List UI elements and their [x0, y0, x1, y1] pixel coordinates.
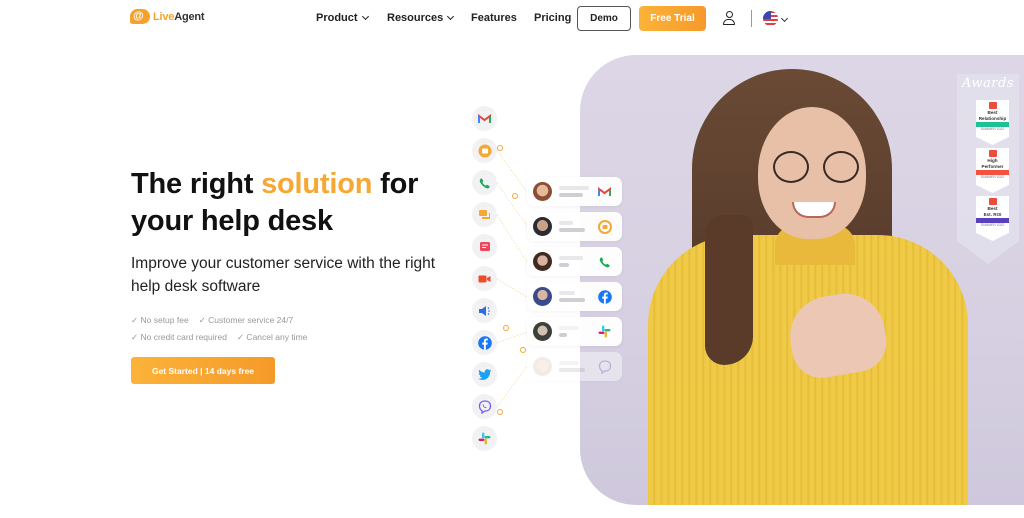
channel-messages	[472, 202, 497, 227]
connector-line	[496, 331, 528, 344]
messages-icon	[479, 209, 490, 219]
connector-line	[496, 214, 528, 263]
channel-facebook	[472, 330, 497, 355]
page: @ LiveAgent Product Resources Features P…	[0, 0, 1024, 518]
message-placeholder-line	[559, 326, 579, 330]
conversation-card[interactable]	[527, 177, 622, 206]
form-icon	[479, 241, 490, 251]
message-placeholder-line	[559, 298, 585, 302]
channel-slack	[472, 426, 497, 451]
conversation-card[interactable]	[527, 212, 622, 241]
channel-phone	[472, 170, 497, 195]
avatar	[533, 182, 552, 201]
connector-node	[520, 347, 526, 353]
megaphone-icon	[479, 305, 490, 316]
avatar	[533, 287, 552, 306]
conversation-card[interactable]	[527, 317, 622, 346]
gmail-icon	[597, 184, 612, 199]
viber-icon	[478, 399, 491, 414]
twitter-icon	[477, 368, 491, 380]
avatar	[533, 252, 552, 271]
chat-icon	[597, 219, 612, 234]
connector-node	[497, 145, 503, 151]
message-placeholder-line	[559, 228, 585, 232]
message-placeholder-line	[559, 263, 569, 267]
connector-line	[496, 182, 528, 227]
facebook-icon	[597, 289, 612, 304]
message-placeholder-line	[559, 361, 579, 365]
slack-icon	[597, 324, 612, 339]
channel-viber	[472, 394, 497, 419]
connector-node	[512, 193, 518, 199]
channel-gmail	[472, 106, 497, 131]
channel-announcements	[472, 298, 497, 323]
conversation-card[interactable]	[527, 282, 622, 311]
slack-icon	[478, 432, 491, 445]
channel-connector-lines	[496, 149, 528, 408]
avatar	[533, 357, 552, 376]
conversation-card[interactable]	[527, 352, 622, 381]
avatar	[533, 322, 552, 341]
channel-forms	[472, 234, 497, 259]
avatar	[533, 217, 552, 236]
connector-line	[496, 278, 528, 298]
connector-line	[496, 365, 528, 408]
message-placeholder-line	[559, 368, 585, 372]
video-icon	[478, 275, 491, 282]
connector-line	[496, 149, 528, 193]
viber-icon	[597, 359, 612, 374]
connector-node	[503, 325, 509, 331]
message-placeholder-line	[559, 291, 575, 295]
chat-icon	[478, 144, 491, 157]
message-placeholder-line	[559, 333, 567, 337]
phone-icon	[479, 177, 490, 188]
connector-node	[497, 409, 503, 415]
message-placeholder-line	[559, 193, 583, 197]
gmail-icon	[478, 113, 491, 123]
channel-video	[472, 266, 497, 291]
message-placeholder-line	[559, 186, 589, 190]
facebook-icon	[477, 335, 492, 350]
channel-live-chat	[472, 138, 497, 163]
conversation-card[interactable]	[527, 247, 622, 276]
message-placeholder-line	[559, 221, 573, 225]
message-placeholder-line	[559, 256, 583, 260]
phone-icon	[597, 254, 612, 269]
channel-twitter	[472, 362, 497, 387]
